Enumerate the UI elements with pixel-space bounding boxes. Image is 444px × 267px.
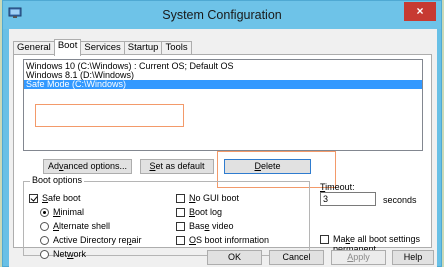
os-list-item-selected[interactable]: Safe Mode (C:\Windows) [24, 80, 422, 89]
no-gui-boot-row[interactable]: No GUI boot [176, 193, 239, 203]
os-boot-info-row[interactable]: OS boot information [176, 235, 269, 245]
system-configuration-window: System Configuration × General Boot Serv… [2, 0, 442, 267]
tab-services[interactable]: Services [80, 41, 125, 55]
ad-repair-radio-row[interactable]: Active Directory repair [40, 235, 142, 245]
safe-boot-checkbox[interactable] [29, 193, 38, 203]
highlight-box-safe-mode [35, 104, 184, 127]
safe-boot-checkbox-row[interactable]: Safe boot [29, 193, 81, 203]
base-video-row[interactable]: Base video [176, 221, 234, 231]
minimal-label: Minimal [53, 207, 85, 217]
minimal-radio-row[interactable]: Minimal [40, 207, 84, 217]
boot-options-label: Boot options [30, 175, 85, 185]
no-gui-boot-checkbox[interactable] [176, 193, 185, 203]
base-video-label: Base video [189, 221, 234, 231]
timeout-label: Timeout: [320, 182, 355, 192]
ad-repair-label: Active Directory repair [53, 235, 142, 245]
safe-boot-label: Safe boot [42, 193, 81, 203]
ad-repair-radio[interactable] [40, 235, 49, 245]
no-gui-boot-label: No GUI boot [189, 193, 240, 203]
ok-button[interactable]: OK [207, 250, 262, 265]
boot-log-row[interactable]: Boot log [176, 207, 222, 217]
boot-log-label: Boot log [189, 207, 223, 217]
close-button[interactable]: × [404, 2, 436, 21]
seconds-label: seconds [383, 195, 417, 205]
apply-button[interactable]: Apply [331, 250, 386, 265]
tab-boot[interactable]: Boot [53, 39, 82, 56]
boot-tab-panel: Windows 10 (C:\Windows) : Current OS; De… [13, 54, 432, 259]
tab-tools[interactable]: Tools [161, 41, 192, 55]
tab-strip: General Boot Services Startup Tools [13, 39, 192, 56]
help-button[interactable]: Help [392, 250, 434, 265]
alternate-shell-radio[interactable] [40, 221, 49, 231]
os-boot-info-checkbox[interactable] [176, 235, 185, 245]
os-boot-info-label: OS boot information [189, 235, 270, 245]
timeout-input[interactable]: 3 [320, 192, 376, 206]
alternate-shell-radio-row[interactable]: Alternate shell [40, 221, 110, 231]
network-radio-row[interactable]: Network [40, 249, 86, 259]
minimal-radio[interactable] [40, 207, 49, 217]
title-bar[interactable]: System Configuration × [3, 1, 441, 29]
tab-startup[interactable]: Startup [123, 41, 163, 55]
window-title: System Configuration [162, 8, 282, 22]
boot-log-checkbox[interactable] [176, 207, 185, 217]
network-label: Network [53, 249, 87, 259]
cancel-button[interactable]: Cancel [269, 250, 324, 265]
alternate-shell-label: Alternate shell [53, 221, 111, 231]
dialog-client-area: General Boot Services Startup Tools Wind… [9, 29, 437, 267]
set-as-default-button[interactable]: Set as default [140, 159, 214, 174]
tab-general[interactable]: General [13, 41, 55, 55]
advanced-options-button[interactable]: Advanced options... [43, 159, 132, 174]
base-video-checkbox[interactable] [176, 221, 185, 231]
network-radio[interactable] [40, 249, 49, 259]
make-permanent-checkbox[interactable] [320, 235, 329, 244]
